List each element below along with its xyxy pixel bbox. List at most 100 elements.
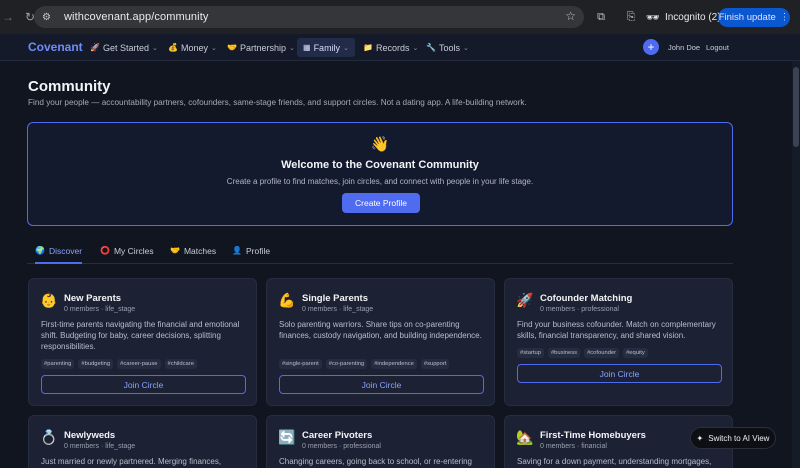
tag[interactable]: #parenting xyxy=(41,359,75,369)
tag[interactable]: #childcare xyxy=(164,359,197,369)
circle-meta: 0 members · financial xyxy=(540,443,607,450)
tag[interactable]: #single-parent xyxy=(279,359,322,369)
address-bar[interactable]: ⚙ withcovenant.app/community ☆ xyxy=(34,6,584,28)
nav-label: Family xyxy=(313,42,341,53)
circle-description: Just married or newly partnered. Merging… xyxy=(41,457,222,466)
welcome-banner: 👋 Welcome to the Covenant Community Crea… xyxy=(27,122,733,226)
tab-matches[interactable]: 🤝 Matches xyxy=(170,244,216,264)
nav-get-started[interactable]: 🚀 Get Started ⌄ xyxy=(84,38,164,57)
tag[interactable]: #career-pause xyxy=(117,359,161,369)
tab-label: Discover xyxy=(48,246,83,256)
tag[interactable]: #equity xyxy=(623,348,648,358)
browser-toolbar: → ↻ ⚙ withcovenant.app/community ☆ ⧉ ⎘ 🕶… xyxy=(0,0,800,34)
circle-icon: ⭕ xyxy=(100,246,110,255)
baby-icon: 👶 xyxy=(40,292,58,308)
install-app-icon[interactable]: ⧉ xyxy=(594,10,608,24)
site-settings-icon[interactable]: ⚙ xyxy=(42,12,56,23)
circle-meta: 0 members · professional xyxy=(540,306,619,313)
switch-to-ai-view-button[interactable]: ✦ Switch to AI View xyxy=(690,427,776,449)
page-scrollbar[interactable] xyxy=(792,61,800,468)
page-title: Community xyxy=(28,78,111,95)
nav-label: Tools xyxy=(438,42,460,53)
page-subtitle: Find your people — accountability partne… xyxy=(28,98,527,107)
circle-title: First-Time Homebuyers xyxy=(540,430,646,441)
join-circle-button[interactable]: Join Circle xyxy=(41,375,246,394)
circle-description: Saving for a down payment, understanding… xyxy=(517,457,712,466)
nav-money[interactable]: 💰 Money ⌄ xyxy=(162,38,223,57)
tab-profile[interactable]: 👤 Profile xyxy=(232,244,270,264)
flexed-biceps-icon: 💪 xyxy=(278,292,296,308)
waving-hand-icon: 👋 xyxy=(370,136,390,153)
ai-view-label: Switch to AI View xyxy=(708,433,770,443)
circle-card-career-pivoters: 🔄 Career Pivoters 0 members · profession… xyxy=(266,415,495,468)
chevron-down-icon: ⌄ xyxy=(412,44,419,52)
join-circle-button[interactable]: Join Circle xyxy=(517,364,722,383)
circle-title: Career Pivoters xyxy=(302,430,373,441)
chevron-down-icon: ⌄ xyxy=(152,44,158,52)
tab-label: Matches xyxy=(183,246,217,256)
bookmark-star-icon[interactable]: ☆ xyxy=(565,9,576,23)
add-icon[interactable]: + xyxy=(643,39,659,55)
ring-icon: 💍 xyxy=(40,429,58,445)
wrench-icon: 🔧 xyxy=(426,43,436,52)
finish-update-button[interactable]: Finish update ⋮ xyxy=(718,8,790,27)
tab-discover[interactable]: 🌍 Discover xyxy=(35,244,83,264)
circle-title: Newlyweds xyxy=(64,430,116,441)
circle-card-cofounder-matching: 🚀 Cofounder Matching 0 members · profess… xyxy=(504,278,733,406)
incognito-label: Incognito (2) xyxy=(664,11,721,23)
logout-link[interactable]: Logout xyxy=(706,43,729,52)
circle-title: New Parents xyxy=(64,293,122,304)
tag[interactable]: #startup xyxy=(517,348,544,358)
circle-card-single-parents: 💪 Single Parents 0 members · life_stage … xyxy=(266,278,495,406)
nav-label: Records xyxy=(375,42,410,53)
tag[interactable]: #budgeting xyxy=(78,359,114,369)
incognito-icon: 🕶 xyxy=(646,11,660,24)
join-circle-button[interactable]: Join Circle xyxy=(279,375,484,394)
money-bag-icon: 💰 xyxy=(168,43,178,52)
chevron-down-icon: ⌄ xyxy=(343,44,349,52)
circle-card-newlyweds: 💍 Newlyweds 0 members · life_stage Just … xyxy=(28,415,257,468)
nav-partnership[interactable]: 🤝 Partnership ⌄ xyxy=(221,38,301,57)
community-tabs: 🌍 Discover ⭕ My Circles 🤝 Matches 👤 Prof… xyxy=(27,240,733,264)
tag[interactable]: #support xyxy=(420,359,450,369)
circle-description: Changing careers, going back to school, … xyxy=(279,457,472,466)
brand-logo[interactable]: Covenant xyxy=(28,40,83,54)
circle-description: First-time parents navigating the financ… xyxy=(41,320,240,351)
tag[interactable]: #independence xyxy=(371,359,417,369)
scrollbar-thumb[interactable] xyxy=(793,67,799,147)
url-text[interactable]: withcovenant.app/community xyxy=(64,11,208,23)
circle-description: Solo parenting warriors. Share tips on c… xyxy=(279,320,482,340)
incognito-indicator[interactable]: 🕶 Incognito (2) xyxy=(646,9,721,25)
user-name[interactable]: John Doe xyxy=(668,43,700,52)
circle-description: Find your business cofounder. Match on c… xyxy=(517,320,716,340)
circle-tags: #single-parent #co-parenting #independen… xyxy=(279,359,450,369)
extensions-icon[interactable]: ⎘ xyxy=(624,10,638,24)
tag[interactable]: #cofounder xyxy=(584,348,620,358)
tab-label: Profile xyxy=(245,246,271,256)
nav-tools[interactable]: 🔧 Tools ⌄ xyxy=(420,38,475,57)
circle-title: Cofounder Matching xyxy=(540,293,633,304)
circle-tags: #parenting #budgeting #career-pause #chi… xyxy=(41,359,197,369)
circle-meta: 0 members · life_stage xyxy=(64,443,136,450)
chevron-down-icon: ⌄ xyxy=(462,44,469,52)
chevron-down-icon: ⌄ xyxy=(210,44,217,52)
family-icon: ▦ xyxy=(303,43,311,52)
app-navbar: Covenant 🚀 Get Started ⌄ 💰 Money ⌄ 🤝 Par… xyxy=(0,34,800,61)
chevron-down-icon: ⌄ xyxy=(289,44,295,52)
rocket-icon: 🚀 xyxy=(90,43,100,52)
tag[interactable]: #business xyxy=(547,348,581,358)
back-icon[interactable]: → xyxy=(2,10,14,24)
create-profile-button[interactable]: Create Profile xyxy=(342,193,420,213)
welcome-title: Welcome to the Covenant Community xyxy=(281,159,479,171)
globe-icon: 🌍 xyxy=(35,246,45,255)
tab-my-circles[interactable]: ⭕ My Circles xyxy=(100,244,154,264)
nav-label: Money xyxy=(180,42,208,53)
circle-card-new-parents: 👶 New Parents 0 members · life_stage Fir… xyxy=(28,278,257,406)
nav-records[interactable]: 📁 Records ⌄ xyxy=(357,38,424,57)
circle-tags: #startup #business #cofounder #equity xyxy=(517,348,648,358)
rocket-icon: 🚀 xyxy=(516,292,534,308)
nav-label: Partnership xyxy=(239,42,286,53)
nav-family[interactable]: ▦ Family ⌄ xyxy=(297,38,355,57)
tag[interactable]: #co-parenting xyxy=(325,359,368,369)
kebab-menu-icon: ⋮ xyxy=(779,12,790,23)
